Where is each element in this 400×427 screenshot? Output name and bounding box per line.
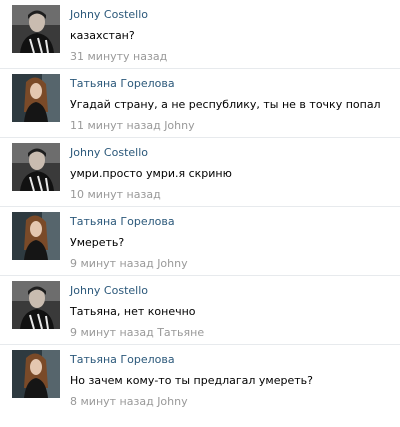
comment-author[interactable]: Johny Costello — [70, 146, 392, 160]
comment-author[interactable]: Татьяна Горелова — [70, 353, 392, 367]
avatar-johny[interactable] — [12, 281, 60, 329]
reply-to-name[interactable]: Johny — [164, 119, 194, 132]
male-avatar-photo — [12, 281, 60, 329]
female-avatar-photo — [12, 212, 60, 260]
comment-time[interactable]: 8 минут назад — [70, 395, 154, 408]
comment-time[interactable]: 10 минут назад — [70, 188, 161, 201]
comment-item: Татьяна Горелова Угадай страну, а не рес… — [0, 69, 400, 138]
male-avatar-photo — [12, 5, 60, 53]
comment-item: Татьяна Горелова Умереть? 9 минут назад … — [0, 207, 400, 276]
comment-time[interactable]: 11 минут назад — [70, 119, 161, 132]
comment-feed: Johny Costello казахстан? 31 минуту наза… — [0, 0, 400, 414]
comment-text: Татьяна, нет конечно — [70, 305, 196, 318]
comment-item: Johny Costello казахстан? 31 минуту наза… — [0, 0, 400, 69]
comment-meta: 10 минут назад — [70, 188, 392, 202]
comment-time[interactable]: 9 минут назад — [70, 326, 154, 339]
avatar-tatyana[interactable] — [12, 74, 60, 122]
comment-text: казахстан? — [70, 29, 135, 42]
comment-text: Угадай страну, а не республику, ты не в … — [70, 98, 381, 111]
male-avatar-photo — [12, 143, 60, 191]
reply-to-name[interactable]: Johny — [157, 395, 187, 408]
comment-time[interactable]: 9 минут назад — [70, 257, 154, 270]
comment-text: Но зачем кому-то ты предлагал умереть? — [70, 374, 313, 387]
avatar-johny[interactable] — [12, 143, 60, 191]
comment-item: Johny Costello умри.просто умри.я скриню… — [0, 138, 400, 207]
comment-meta: 31 минуту назад — [70, 50, 392, 64]
comment-item: Johny Costello Татьяна, нет конечно 9 ми… — [0, 276, 400, 345]
reply-to-name[interactable]: Татьяне — [157, 326, 204, 339]
avatar-tatyana[interactable] — [12, 350, 60, 398]
comment-time[interactable]: 31 минуту назад — [70, 50, 167, 63]
comment-author[interactable]: Johny Costello — [70, 8, 392, 22]
comment-meta: 9 минут назад Johny — [70, 257, 392, 271]
comment-text: умри.просто умри.я скриню — [70, 167, 232, 180]
comment-author[interactable]: Johny Costello — [70, 284, 392, 298]
comment-meta: 9 минут назад Татьяне — [70, 326, 392, 340]
comment-author[interactable]: Татьяна Горелова — [70, 77, 392, 91]
comment-text: Умереть? — [70, 236, 125, 249]
female-avatar-photo — [12, 74, 60, 122]
comment-item: Татьяна Горелова Но зачем кому-то ты пре… — [0, 345, 400, 414]
comment-meta: 11 минут назад Johny — [70, 119, 392, 133]
comment-author[interactable]: Татьяна Горелова — [70, 215, 392, 229]
reply-to-name[interactable]: Johny — [157, 257, 187, 270]
avatar-johny[interactable] — [12, 5, 60, 53]
comment-meta: 8 минут назад Johny — [70, 395, 392, 409]
female-avatar-photo — [12, 350, 60, 398]
avatar-tatyana[interactable] — [12, 212, 60, 260]
